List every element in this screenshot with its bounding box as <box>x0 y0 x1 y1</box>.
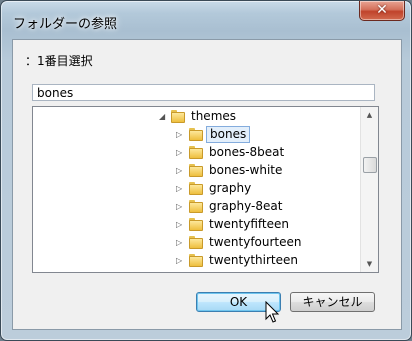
tree-item-label: themes <box>191 109 237 123</box>
tree-item[interactable]: ▷ bones-white <box>33 162 358 180</box>
tree-item[interactable]: ▷ twentyfifteen <box>33 216 358 234</box>
collapsed-arrow-icon[interactable]: ▷ <box>176 220 182 229</box>
collapsed-arrow-icon[interactable]: ▷ <box>176 202 182 211</box>
tree-item[interactable]: ▷ bones-8beat <box>33 144 358 162</box>
folder-icon <box>189 182 203 195</box>
dialog-body: ：1番目選択 bones ◢ themes ▷ bones ▷ bones-8beat… <box>12 39 402 330</box>
collapsed-arrow-icon[interactable]: ▷ <box>176 130 182 139</box>
tree-item[interactable]: ▷ bones <box>33 126 358 144</box>
tree-item-label: bones <box>206 126 251 143</box>
scroll-down-arrow-icon[interactable]: ▼ <box>361 256 378 272</box>
collapsed-arrow-icon[interactable]: ▷ <box>176 166 182 175</box>
tree-item-label: twentyfifteen <box>209 217 289 231</box>
tree-item-label: bones-white <box>209 163 283 177</box>
folder-icon <box>189 236 203 249</box>
dialog-description: ：1番目選択 <box>25 54 93 68</box>
tree-item[interactable]: ▷ twentythirteen <box>33 252 358 270</box>
tree-item-label: graphy-8eat <box>209 199 283 213</box>
collapsed-arrow-icon[interactable]: ▷ <box>176 256 182 265</box>
tree-item-label: twentythirteen <box>209 253 298 267</box>
folder-icon <box>171 110 185 123</box>
folder-icon <box>189 164 203 177</box>
folder-icon <box>189 254 203 267</box>
collapsed-arrow-icon[interactable]: ▷ <box>176 148 182 157</box>
tree-item-label: graphy <box>209 181 252 195</box>
folder-name-field[interactable]: bones <box>32 84 375 101</box>
folder-icon <box>189 200 203 213</box>
close-icon: ✕ <box>376 2 388 18</box>
folder-tree[interactable]: ◢ themes ▷ bones ▷ bones-8beat ▷ bones-white ▷… <box>32 106 379 273</box>
collapsed-arrow-icon[interactable]: ▷ <box>176 238 182 247</box>
collapsed-arrow-icon[interactable]: ▷ <box>176 184 182 193</box>
folder-icon <box>189 218 203 231</box>
tree-item[interactable]: ▷ graphy <box>33 180 358 198</box>
scroll-up-arrow-icon[interactable]: ▲ <box>361 107 378 123</box>
folder-icon <box>189 128 203 141</box>
tree-vertical-scrollbar[interactable]: ▲ ▼ <box>360 107 378 272</box>
close-button[interactable]: ✕ <box>359 1 405 21</box>
tree-item-themes[interactable]: ◢ themes <box>33 108 358 126</box>
folder-icon <box>189 146 203 159</box>
dialog-title: フォルダーの参照 <box>13 17 118 32</box>
tree-item[interactable]: ▷ graphy-8eat <box>33 198 358 216</box>
tree-item-label: twentyfourteen <box>209 235 302 249</box>
cancel-button[interactable]: キャンセル <box>290 292 375 312</box>
mouse-cursor-icon <box>265 301 280 323</box>
scroll-thumb[interactable] <box>363 157 377 173</box>
tree-item-label: bones-8beat <box>209 145 285 159</box>
tree-item[interactable]: ▷ twentyfourteen <box>33 234 358 252</box>
expanded-arrow-icon[interactable]: ◢ <box>159 112 165 121</box>
folder-browse-dialog: フォルダーの参照 ✕ ：1番目選択 bones ◢ themes ▷ bones ▷… <box>0 0 412 341</box>
